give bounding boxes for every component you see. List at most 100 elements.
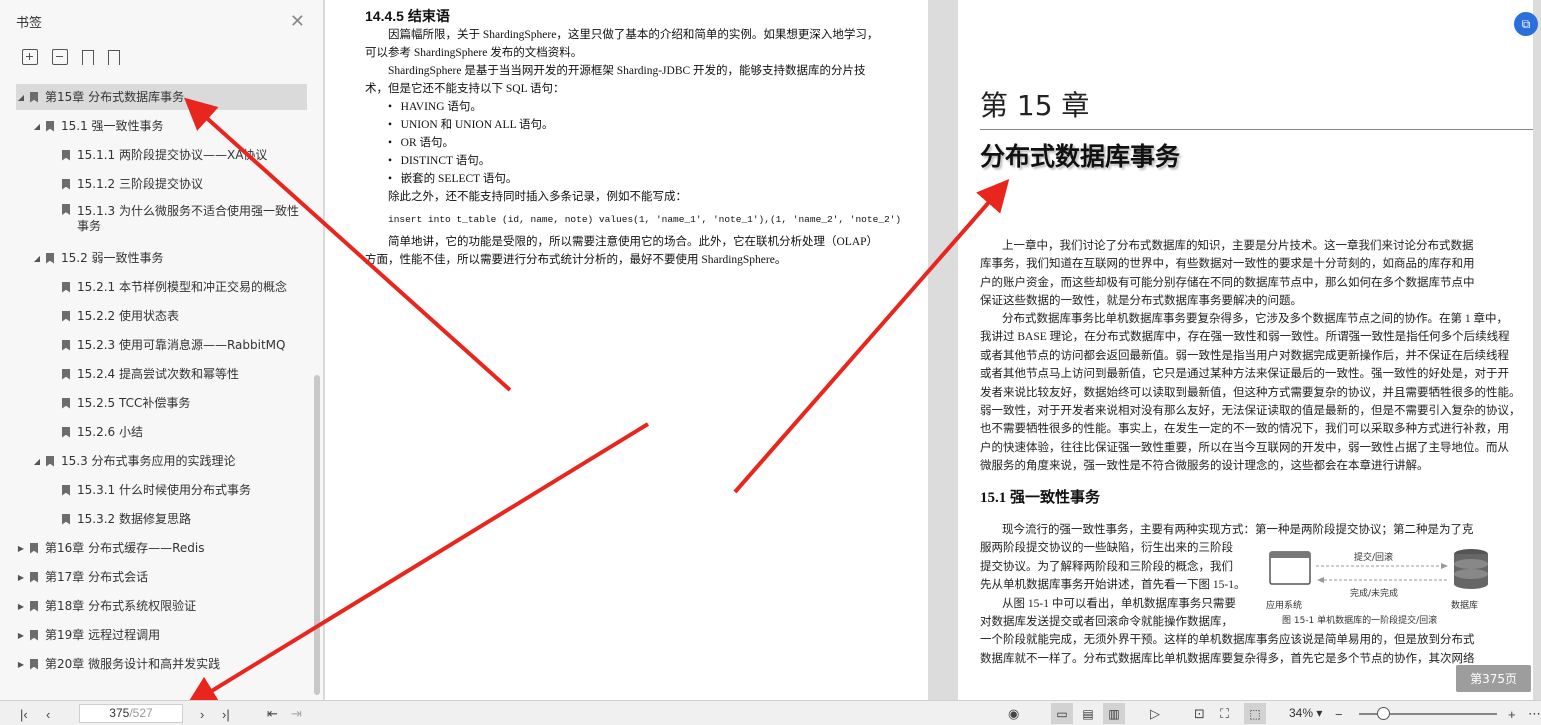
paragraph-line: 弱一致性，对于开发者来说相对没有那么友好，无法保证读取的值是最新的，但是不需要引… [980, 405, 1521, 418]
zoom-in-icon[interactable]: + [1508, 705, 1516, 723]
bullet-text: UNION 和 UNION ALL 语句。 [400, 119, 554, 131]
collapsed-caret-icon[interactable]: ▶ [16, 573, 26, 582]
bullet-text: 嵌套的 SELECT 语句。 [400, 173, 518, 185]
single-page-mode-icon[interactable]: ▭ [1051, 703, 1073, 724]
bookmark-item[interactable]: ◢ 15.1 强一致性事务 [32, 113, 164, 139]
paragraph-line: 因篇幅所限，关于 ShardingSphere，这里只做了基本的介绍和简单的实例… [388, 29, 879, 41]
paragraph-line: 上一章中，我们讨论了分布式数据库的知识，主要是分片技术。这一章我们来讨论分布式数… [1002, 240, 1474, 252]
collapsed-caret-icon[interactable]: ▶ [16, 544, 26, 553]
zoom-value[interactable]: 34% ▾ [1289, 706, 1322, 720]
collapsed-caret-icon[interactable]: ▶ [16, 631, 26, 640]
sidebar-toolbar [0, 42, 323, 72]
bookmark-item[interactable]: ▶ 第20章 微服务设计和高并发实践 [16, 651, 220, 677]
expanded-caret-icon[interactable]: ◢ [32, 457, 42, 466]
next-page-icon[interactable]: › [200, 705, 204, 723]
add-bookmark-icon[interactable] [82, 49, 94, 66]
collapse-all-icon[interactable] [52, 49, 68, 65]
expanded-caret-icon[interactable]: ◢ [32, 122, 42, 131]
bullet-text: OR 语句。 [400, 137, 455, 149]
bookmark-icon [62, 397, 70, 409]
code-line: insert into t_table (id, name, note) val… [388, 214, 902, 225]
bookmark-label: 15.2.1 本节样例模型和冲正交易的概念 [77, 279, 287, 294]
bookmark-item[interactable]: 15.2.5 TCC补偿事务 [48, 390, 190, 416]
paragraph-line: 一个阶段就能完成，无须外界干预。这样的单机数据库事务应该说是简单易用的，但是放到… [980, 634, 1475, 647]
paragraph-line: 我讲过 BASE 理论，在分布式数据库中，存在强一致性和弱一致性。所谓强一致性是… [980, 331, 1510, 344]
figure-label: 提交/回滚 [1354, 553, 1394, 563]
paragraph-line: 术，但是它还不能支持以下 SQL 语句： [365, 83, 565, 95]
bookmark-item[interactable]: ▶ 第19章 远程过程调用 [16, 622, 160, 648]
expanded-caret-icon[interactable]: ◢ [32, 254, 42, 263]
bookmark-label: 第15章 分布式数据库事务 [45, 89, 185, 104]
bookmark-item[interactable]: ▶ 第18章 分布式系统权限验证 [16, 593, 196, 619]
bookmark-item[interactable]: 15.2.4 提高尝试次数和幂等性 [48, 361, 239, 387]
prev-page-icon[interactable]: ‹ [46, 705, 50, 723]
zoom-text: 34% [1289, 706, 1314, 720]
play-icon[interactable]: ▷ [1150, 705, 1160, 723]
paragraph-line: 除此之外，还不能支持同时插入多条记录，例如不能写成： [388, 191, 687, 203]
continuous-mode-icon[interactable]: ▤ [1077, 703, 1099, 724]
paragraph-line: 微服务的角度来说，强一致性是不符合微服务的设计理念的，这些都会在本章进行讲解。 [980, 460, 1429, 473]
bullet-text: DISTINCT 语句。 [400, 155, 491, 167]
bookmark-label: 15.2 弱一致性事务 [61, 250, 164, 265]
bookmark-item[interactable]: 15.2.2 使用状态表 [48, 303, 179, 329]
bookmark-icon [30, 600, 38, 612]
total-pages: /527 [129, 706, 153, 720]
back-icon[interactable]: ⇤ [267, 705, 278, 723]
bookmark-item[interactable]: 15.3.2 数据修复思路 [48, 506, 191, 532]
bookmark-item[interactable]: ◢ 15.3 分布式事务应用的实践理论 [32, 448, 236, 474]
bookmark-label: 第20章 微服务设计和高并发实践 [45, 656, 221, 671]
bookmark-item[interactable]: 15.1.3 为什么微服务不适合使用强一致性 事务 [48, 200, 299, 240]
bookmark-icon [62, 178, 70, 190]
bookmark-item[interactable]: ◢ 15.2 弱一致性事务 [32, 245, 164, 271]
bookmark-icon [62, 339, 70, 351]
paragraph-line: 户的账户资金，而这些却极有可能分别存储在不同的数据库节点中，那么如何在多个数据库… [980, 276, 1475, 289]
page-374: 14.4.5 结束语 因篇幅所限，关于 ShardingSphere，这里只做了… [325, 0, 928, 700]
bookmark-item[interactable]: ▶ 第16章 分布式缓存——Redis [16, 535, 205, 561]
bookmark-label: 15.3.2 数据修复思路 [77, 511, 191, 526]
first-page-icon[interactable]: |‹ [20, 705, 28, 723]
chapter-number: 第 15 章 [980, 89, 1090, 122]
sidebar-header: 书签 ✕ [0, 0, 323, 42]
bullet-text: HAVING 语句。 [400, 101, 482, 113]
last-page-icon[interactable]: ›| [222, 705, 230, 723]
paragraph-line: ShardingSphere 是基于当当网开发的开源框架 Sharding-JD… [388, 65, 866, 77]
expand-all-icon[interactable] [22, 49, 38, 65]
sidebar-scrollbar[interactable] [314, 375, 320, 695]
eye-icon[interactable]: ◉ [1008, 705, 1019, 723]
expanded-caret-icon[interactable]: ◢ [16, 93, 26, 102]
actual-size-icon[interactable]: ⊡ [1194, 705, 1205, 723]
bookmark-label: 15.2.4 提高尝试次数和幂等性 [77, 366, 239, 381]
fit-page-icon[interactable]: ⛶ [1220, 705, 1229, 723]
fit-width-icon[interactable]: ⬚ [1244, 703, 1266, 724]
bookmark-icon[interactable] [108, 49, 120, 66]
float-action-icon[interactable]: ⧉ [1514, 12, 1538, 36]
bookmark-icon [62, 513, 70, 525]
bookmark-item[interactable]: 15.3.1 什么时候使用分布式事务 [48, 477, 251, 503]
collapsed-caret-icon[interactable]: ▶ [16, 602, 26, 611]
collapsed-caret-icon[interactable]: ▶ [16, 660, 26, 669]
bookmark-item[interactable]: 15.2.3 使用可靠消息源——RabbitMQ [48, 332, 285, 358]
bookmark-item[interactable]: ◢ 第15章 分布式数据库事务 [16, 84, 307, 110]
bookmark-item[interactable]: 15.1.1 两阶段提交协议——XA协议 [48, 142, 267, 168]
paragraph-line: 或者其他节点的访问都会返回最新值。弱一致性是指当用户对数据完成更新操作后，并不保… [980, 349, 1509, 362]
zoom-slider-knob[interactable] [1377, 707, 1390, 720]
bookmark-icon [46, 252, 54, 264]
more-icon[interactable]: ⋯ [1528, 705, 1541, 723]
close-icon[interactable]: ✕ [290, 11, 305, 32]
section-heading: 14.4.5 结束语 [365, 8, 450, 24]
bookmark-item[interactable]: 15.2.1 本节样例模型和冲正交易的概念 [48, 274, 287, 300]
bookmark-item[interactable]: 15.1.2 三阶段提交协议 [48, 171, 203, 197]
two-page-mode-icon[interactable]: ▥ [1103, 703, 1125, 724]
pdf-reader-window: 书签 ✕ ◢ 第15章 分布式数据库事务 ◢ 15.1 强一致性事务 15.1.1 两阶… [0, 0, 1541, 725]
figure-15-1: 提交/回滚 完成/未完成 应用系统 数据库 图 15-1 单机数据库的一阶段提交… [1266, 540, 1496, 632]
forward-icon[interactable]: ⇥ [291, 705, 302, 723]
figure-label: 应用系统 [1266, 601, 1303, 611]
paragraph-line: 数据库就不一样了。分布式数据库比单机数据库要复杂得多，首先它是多个节点的协作，其… [980, 652, 1475, 665]
bookmark-item[interactable]: ▶ 第17章 分布式会话 [16, 564, 148, 590]
document-view[interactable]: 14.4.5 结束语 因篇幅所限，关于 ShardingSphere，这里只做了… [325, 0, 1541, 700]
paragraph-line: 方面，性能不佳，所以需要进行分布式统计分析的，最好不要使用 ShardingSp… [365, 254, 787, 266]
page-number-input[interactable]: 375/527 [79, 704, 183, 723]
bookmark-item[interactable]: 15.2.6 小结 [48, 419, 143, 445]
zoom-out-icon[interactable]: − [1335, 705, 1343, 723]
chapter-title: 分布式数据库事务 [980, 142, 1181, 171]
